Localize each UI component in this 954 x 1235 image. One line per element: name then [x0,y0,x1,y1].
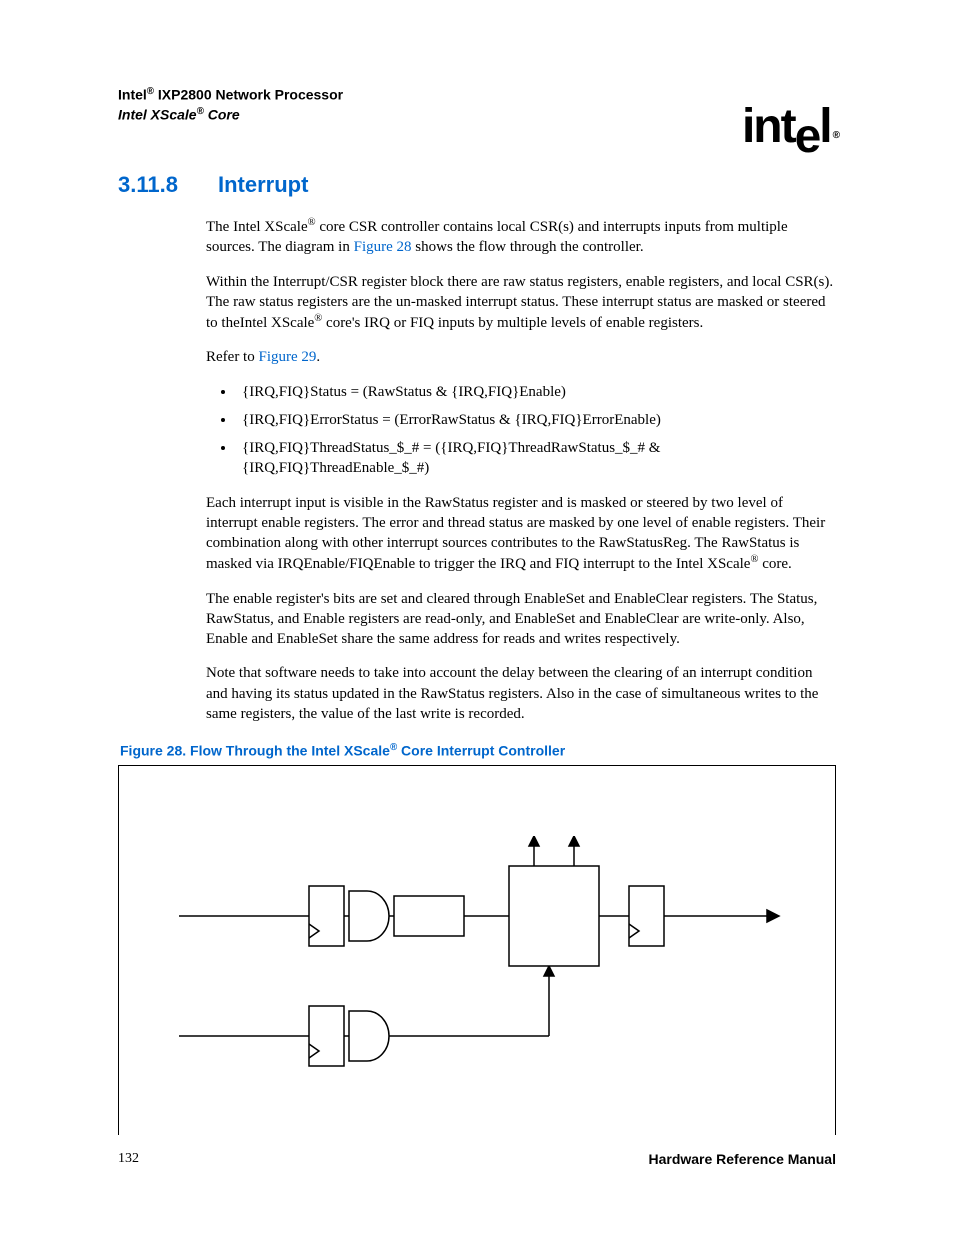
page-header: Intel® IXP2800 Network Processor Intel X… [118,85,836,124]
page-footer: 132 Hardware Reference Manual [118,1151,836,1167]
paragraph-4: Each interrupt input is visible in the R… [206,493,836,575]
header-line1: Intel® IXP2800 Network Processor [118,85,836,105]
section-heading: 3.11.8 Interrupt [118,172,836,198]
reg-mark: ® [147,86,154,97]
body-content: The Intel XScale® core CSR controller co… [206,216,836,724]
section-number: 3.11.8 [118,172,178,198]
figure-caption: Figure 28. Flow Through the Intel XScale… [120,742,836,759]
paragraph-2: Within the Interrupt/CSR register block … [206,272,836,334]
intel-logo: intel® [742,99,836,154]
header-sub-brand: Intel XScale [118,106,197,122]
paragraph-5: The enable register's bits are set and c… [206,589,836,650]
figure-28-xref[interactable]: Figure 28 [354,239,412,255]
section-title: Interrupt [218,172,308,198]
figure-29-xref[interactable]: Figure 29 [258,349,316,365]
header-brand: Intel [118,87,147,103]
paragraph-6: Note that software needs to take into ac… [206,663,836,724]
interrupt-flow-diagram [179,836,789,1116]
formula-item: {IRQ,FIQ}Status = (RawStatus & {IRQ,FIQ}… [236,382,836,402]
reg-mark: ® [197,106,204,117]
figure-28-diagram [118,765,836,1135]
logo-reg-mark: ® [833,130,838,141]
header-titles: Intel® IXP2800 Network Processor Intel X… [118,85,836,124]
header-sub-product: Core [204,106,240,122]
paragraph-1: The Intel XScale® core CSR controller co… [206,216,836,258]
page-number: 132 [118,1151,139,1167]
reg-mark: ® [308,217,316,228]
header-product: IXP2800 Network Processor [154,87,343,103]
formula-item: {IRQ,FIQ}ErrorStatus = (ErrorRawStatus &… [236,410,836,430]
formula-item: {IRQ,FIQ}ThreadStatus_$_# = ({IRQ,FIQ}Th… [236,438,836,479]
header-line2: Intel XScale® Core [118,105,836,125]
document-title: Hardware Reference Manual [648,1151,836,1167]
formula-list: {IRQ,FIQ}Status = (RawStatus & {IRQ,FIQ}… [236,382,836,479]
paragraph-3: Refer to Figure 29. [206,347,836,367]
